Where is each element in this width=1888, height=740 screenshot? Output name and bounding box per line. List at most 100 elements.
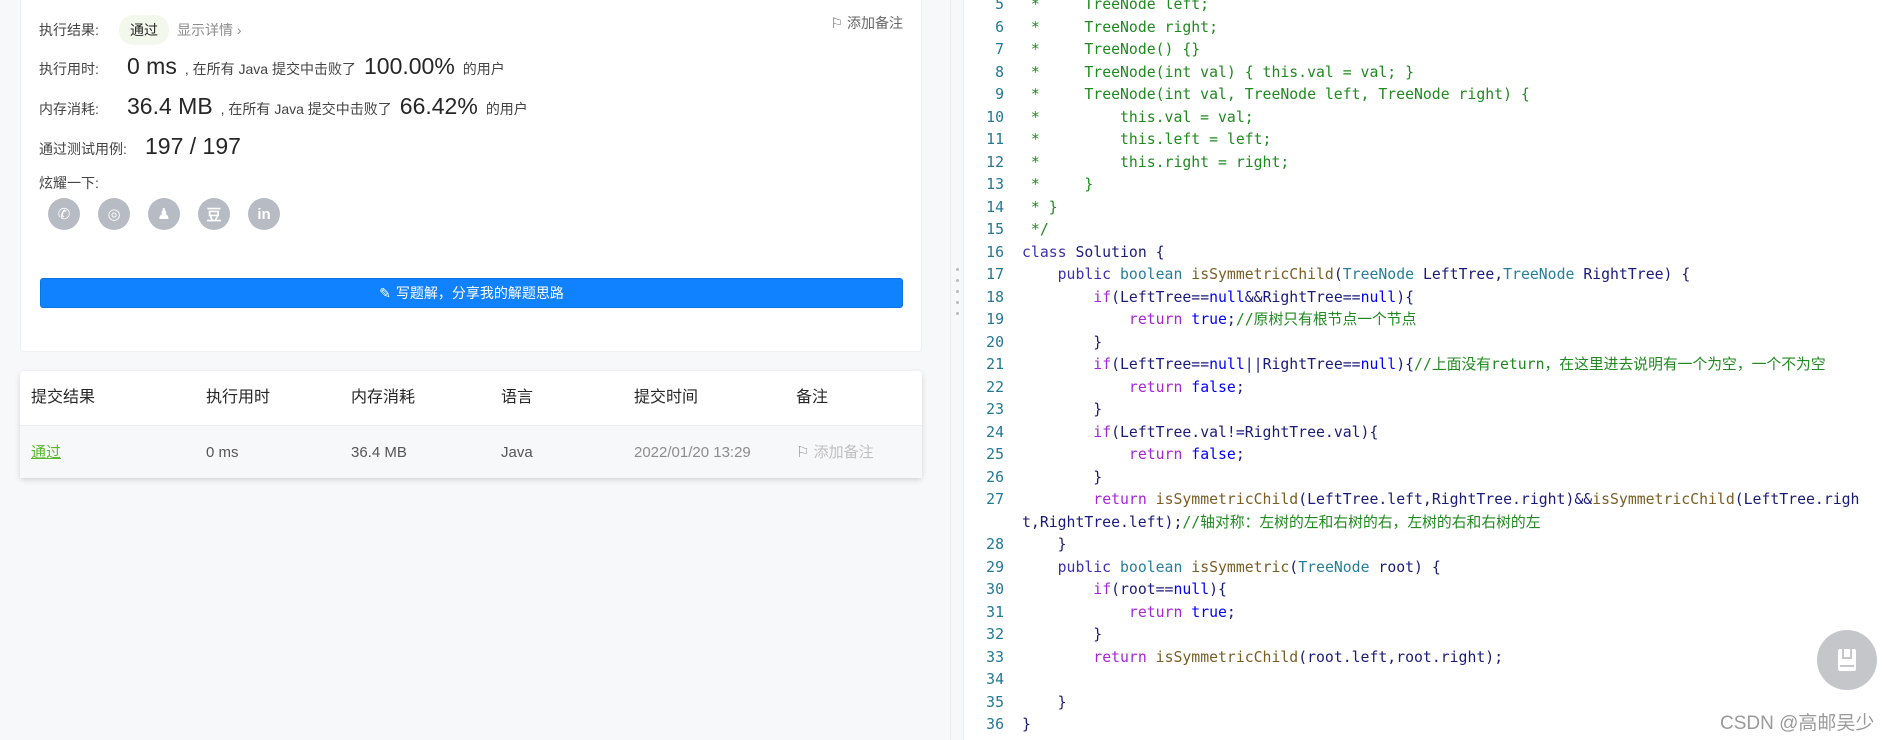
weibo-icon[interactable]: ◎	[98, 198, 130, 230]
flag-icon: ⚐	[830, 15, 844, 31]
line-number: 9	[995, 86, 1004, 103]
code-line: 14 * }	[965, 197, 1888, 220]
line-number: 6	[995, 18, 1004, 36]
line-number: 11	[986, 131, 1004, 148]
code-line: 27 return isSymmetricChild(LeftTree.left…	[965, 489, 1888, 534]
linkedin-icon[interactable]: in	[248, 198, 280, 230]
add-note-label: 添加备注	[847, 15, 903, 31]
code-line: 34	[965, 669, 1888, 692]
write-solution-label: 写题解，分享我的解题思路	[395, 285, 564, 301]
code-line: 9 * TreeNode(int val, TreeNode left, Tre…	[965, 84, 1888, 107]
code-line: 33 return isSymmetricChild(root.left,roo…	[965, 647, 1888, 670]
memory-row: 内存消耗: 36.4 MB , 在所有 Java 提交中击败了 66.42% 的…	[39, 93, 528, 120]
notebook-button[interactable]	[1817, 630, 1877, 690]
users-text: 的用户	[485, 101, 528, 117]
code-line: 31 return true;	[965, 602, 1888, 625]
code-text: if(LeftTree==null&&RightTree==null){	[1093, 288, 1415, 306]
result-card: 执行结果: 通过 显示详情 › ⚐ 添加备注 执行用时: 0 ms , 在所有 …	[20, 0, 922, 352]
code-text: }	[1022, 468, 1103, 486]
line-number: 32	[986, 626, 1004, 643]
header-submitted: 提交时间	[634, 389, 699, 406]
table-header: 提交结果 执行用时 内存消耗 语言 提交时间 备注	[20, 371, 922, 424]
line-number: 13	[986, 176, 1004, 193]
code-text: * TreeNode() {}	[1022, 41, 1201, 58]
code-text: return false;	[1128, 378, 1245, 396]
line-number: 27	[986, 491, 1004, 508]
status-link[interactable]: 通过	[31, 426, 61, 479]
code-text: * this.right = right;	[1022, 153, 1290, 171]
flag-icon: ⚐	[796, 444, 810, 461]
code-text: }	[1022, 401, 1103, 418]
header-runtime: 执行用时	[206, 389, 271, 406]
write-solution-button[interactable]: ✎ 写题解，分享我的解题思路	[40, 278, 903, 308]
memory-percent: 66.42%	[399, 93, 478, 119]
douban-icon[interactable]: 豆	[198, 198, 230, 230]
wechat-icon[interactable]: ✆	[48, 198, 80, 230]
code-line: 29 public boolean isSymmetric(TreeNode r…	[965, 557, 1888, 580]
status-badge: 通过	[119, 15, 169, 45]
watermark: CSDN @高邮吴少	[1720, 713, 1875, 734]
code-text: public boolean isSymmetric(TreeNode root…	[1057, 558, 1441, 576]
line-number: 20	[986, 333, 1004, 351]
runtime-label: 执行用时:	[39, 61, 99, 77]
runtime-percent: 100.00%	[363, 53, 455, 79]
code-text: return isSymmetricChild(LeftTree.left,Ri…	[1022, 491, 1860, 531]
memory-cell: 36.4 MB	[351, 444, 407, 461]
line-number: 35	[986, 693, 1004, 711]
line-number: 29	[986, 558, 1004, 576]
line-number: 7	[995, 41, 1004, 58]
code-editor[interactable]: 5 * TreeNode left; 6 * TreeNode right; 7 *…	[965, 0, 1888, 737]
runtime-row: 执行用时: 0 ms , 在所有 Java 提交中击败了 100.00% 的用户	[39, 53, 505, 80]
runtime-value: 0 ms	[127, 53, 177, 79]
code-text: return true;//原树只有根节点一个节点	[1128, 311, 1417, 328]
header-status: 提交结果	[31, 389, 96, 406]
code-text: }	[1022, 333, 1103, 351]
code-text: */	[1022, 221, 1049, 238]
line-number: 34	[986, 671, 1004, 688]
line-number: 14	[986, 198, 1004, 216]
code-text: * TreeNode(int val) { this.val = val; }	[1022, 63, 1414, 81]
code-text: * }	[1022, 198, 1058, 216]
code-line: 30 if(root==null){	[965, 579, 1888, 602]
code-line: 18 if(LeftTree==null&&RightTree==null){	[965, 287, 1888, 310]
code-line: 11 * this.left = left;	[965, 129, 1888, 152]
users-text: 的用户	[462, 61, 505, 77]
line-number: 31	[986, 603, 1004, 621]
add-note-button[interactable]: ⚐ 添加备注	[831, 13, 903, 33]
exec-result-row: 执行结果: 通过 显示详情 ›	[39, 15, 242, 45]
line-number: 15	[986, 221, 1004, 238]
beat-text: , 在所有 Java 提交中击败了	[220, 101, 392, 117]
code-line: 22 return false;	[965, 377, 1888, 400]
line-number: 36	[986, 716, 1004, 733]
code-line: 7 * TreeNode() {}	[965, 39, 1888, 62]
code-text: * this.left = left;	[1022, 131, 1272, 148]
line-number: 5	[995, 0, 1004, 13]
add-note-cell[interactable]: ⚐ 添加备注	[796, 426, 874, 479]
show-details-link[interactable]: 显示详情 ›	[177, 20, 242, 40]
line-number: 8	[995, 63, 1004, 81]
qq-icon[interactable]: ♟	[148, 198, 180, 230]
line-number: 26	[986, 468, 1004, 486]
book-icon	[1838, 649, 1856, 671]
table-row: 通过 0 ms 36.4 MB Java 2022/01/20 13:29 ⚐ …	[20, 425, 922, 478]
code-text: * TreeNode left;	[1022, 0, 1210, 13]
code-line: 10 * this.val = val;	[965, 107, 1888, 130]
code-line: 26 }	[965, 467, 1888, 490]
code-text: if(LeftTree==null||RightTree==null){//上面…	[1093, 356, 1826, 373]
code-line: 25 return false;	[965, 444, 1888, 467]
code-text: * TreeNode(int val, TreeNode left, TreeN…	[1022, 86, 1530, 103]
line-number: 16	[986, 243, 1004, 261]
code-text: * }	[1022, 176, 1094, 193]
panel-resize-handle[interactable]	[950, 0, 964, 740]
submitted-cell: 2022/01/20 13:29	[634, 444, 751, 461]
submission-panel: 执行结果: 通过 显示详情 › ⚐ 添加备注 执行用时: 0 ms , 在所有 …	[0, 0, 950, 740]
code-line: 12 * this.right = right;	[965, 152, 1888, 175]
code-line: 5 * TreeNode left;	[965, 0, 1888, 17]
beat-text: , 在所有 Java 提交中击败了	[184, 61, 356, 77]
share-label: 炫耀一下:	[39, 175, 99, 191]
code-text: public boolean isSymmetricChild(TreeNode…	[1057, 266, 1691, 283]
line-number: 23	[986, 401, 1004, 418]
code-line: 32 }	[965, 624, 1888, 647]
line-number: 17	[986, 266, 1004, 283]
